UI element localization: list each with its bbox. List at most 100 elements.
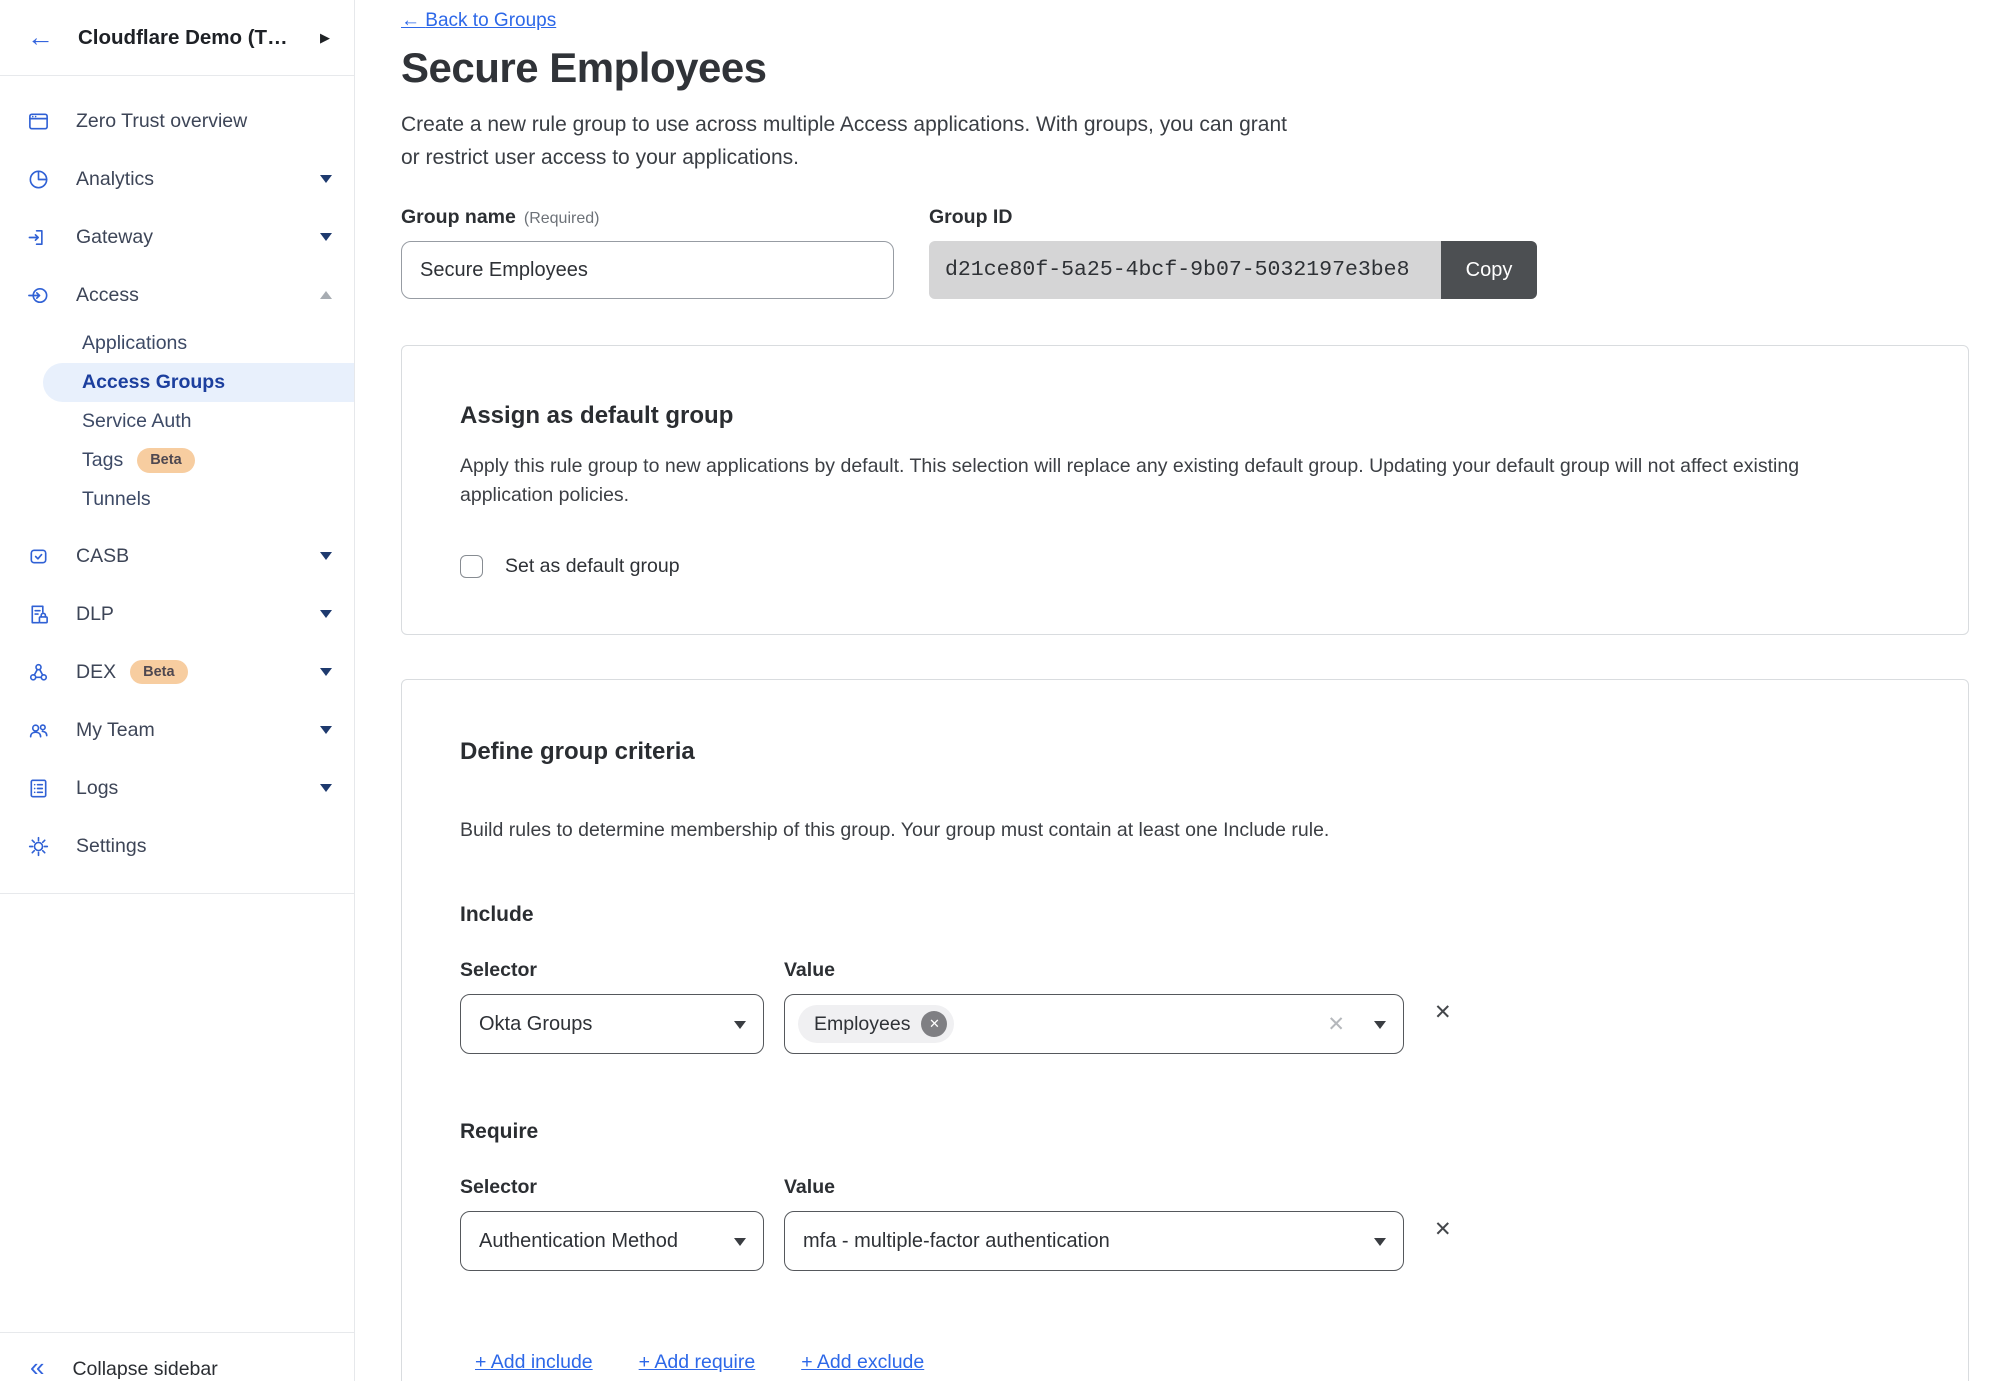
copy-button[interactable]: Copy: [1441, 241, 1537, 299]
chevron-down-icon[interactable]: [320, 784, 332, 792]
sidebar-item-tags[interactable]: Tags Beta: [0, 441, 354, 480]
chevron-down-icon[interactable]: [320, 726, 332, 734]
chevron-down-icon[interactable]: [320, 233, 332, 241]
sidebar-item-analytics[interactable]: Analytics: [0, 150, 354, 208]
add-include-link[interactable]: + Add include: [475, 1351, 593, 1374]
group-id-value: d21ce80f-5a25-4bcf-9b07-5032197e3be8: [929, 241, 1441, 299]
include-heading: Include: [460, 903, 1910, 927]
access-icon: [27, 284, 50, 307]
required-hint: (Required): [524, 210, 600, 227]
sidebar-item-zero-trust-overview[interactable]: Zero Trust overview: [0, 92, 354, 150]
sidebar-item-gateway[interactable]: Gateway: [0, 208, 354, 266]
sidebar-item-label: CASB: [76, 545, 129, 568]
page-description: Create a new rule group to use across mu…: [401, 108, 1969, 174]
rule-actions-row: + Add include + Add require + Add exclud…: [460, 1351, 1910, 1374]
sidebar-item-service-auth[interactable]: Service Auth: [0, 402, 354, 441]
sidebar-item-logs[interactable]: Logs: [0, 759, 354, 817]
remove-include-rule-icon[interactable]: ✕: [1434, 1002, 1452, 1023]
sidebar-header: ← Cloudflare Demo (T… ▶: [0, 0, 354, 75]
define-group-criteria-card: Define group criteria Build rules to det…: [401, 679, 1969, 1381]
chevron-right-icon[interactable]: ▶: [320, 30, 330, 46]
chip-label: Employees: [814, 1013, 910, 1036]
pie-chart-icon: [27, 168, 50, 191]
main-content: ← Back to Groups Secure Employees Create…: [355, 0, 1999, 1381]
chip-remove-icon[interactable]: ✕: [921, 1011, 947, 1037]
sidebar-item-label: Logs: [76, 777, 118, 800]
set-default-group-checkbox[interactable]: [460, 555, 483, 578]
sidebar-item-access-groups[interactable]: Access Groups: [43, 363, 354, 402]
group-id-label: Group ID: [929, 206, 1012, 228]
document-lock-icon: [27, 603, 50, 626]
sidebar-item-label: DLP: [76, 603, 114, 626]
require-value-dropdown[interactable]: mfa - multiple-factor authentication: [784, 1211, 1404, 1271]
require-labels-row: Selector Value: [460, 1176, 1910, 1199]
value-label: Value: [784, 1176, 835, 1199]
card-description: Apply this rule group to new application…: [460, 452, 1910, 510]
sidebar-item-label: DEX: [76, 661, 116, 684]
window-icon: [27, 110, 50, 133]
group-name-label: Group name: [401, 206, 516, 228]
sidebar-item-label: Analytics: [76, 168, 154, 191]
chevron-down-icon: [734, 1238, 746, 1246]
card-title: Assign as default group: [460, 402, 1910, 430]
require-heading: Require: [460, 1120, 1910, 1144]
sidebar-item-label: Settings: [76, 835, 146, 858]
sidebar-item-dex[interactable]: DEX Beta: [0, 643, 354, 701]
network-icon: [27, 661, 50, 684]
sidebar-item-tunnels[interactable]: Tunnels: [0, 480, 354, 519]
sidebar-item-label: My Team: [76, 719, 155, 742]
gateway-icon: [27, 226, 50, 249]
chevron-down-icon[interactable]: [320, 610, 332, 618]
casb-icon: [27, 545, 50, 568]
collapse-sidebar[interactable]: « Collapse sidebar: [0, 1332, 354, 1381]
sidebar-item-dlp[interactable]: DLP: [0, 585, 354, 643]
sidebar-item-casb[interactable]: CASB: [0, 527, 354, 585]
account-title[interactable]: Cloudflare Demo (T…: [78, 26, 320, 50]
beta-badge: Beta: [137, 448, 194, 472]
add-require-link[interactable]: + Add require: [639, 1351, 756, 1374]
sidebar-nav: Zero Trust overview Analytics Gateway: [0, 76, 354, 894]
set-default-group-row: Set as default group: [460, 555, 1910, 578]
value-label: Value: [784, 959, 835, 982]
back-to-groups-link[interactable]: ← Back to Groups: [401, 10, 556, 32]
group-name-field-group: Group name (Required): [401, 206, 894, 299]
group-meta-row: Group name (Required) Group ID d21ce80f-5…: [401, 206, 1969, 299]
chevron-down-icon: [734, 1021, 746, 1029]
require-rule-row: Authentication Method mfa - multiple-fac…: [460, 1211, 1910, 1271]
remove-require-rule-icon[interactable]: ✕: [1434, 1219, 1452, 1240]
group-name-input[interactable]: [401, 241, 894, 299]
card-title: Define group criteria: [460, 738, 1910, 766]
include-selector-dropdown[interactable]: Okta Groups: [460, 994, 764, 1054]
sidebar-item-access[interactable]: Access: [0, 266, 354, 324]
chevron-down-icon[interactable]: [320, 175, 332, 183]
back-arrow-icon[interactable]: ←: [27, 24, 54, 51]
clear-values-icon[interactable]: ✕: [1327, 1012, 1345, 1037]
card-description: Build rules to determine membership of t…: [460, 816, 1910, 845]
require-selector-dropdown[interactable]: Authentication Method: [460, 1211, 764, 1271]
zero-trust-dashboard: ← Cloudflare Demo (T… ▶ Zero Trust overv…: [0, 0, 1999, 1381]
sidebar-item-applications[interactable]: Applications: [0, 324, 354, 363]
collapse-sidebar-label: Collapse sidebar: [72, 1359, 217, 1380]
chevron-down-icon[interactable]: [320, 668, 332, 676]
group-id-field-group: Group ID d21ce80f-5a25-4bcf-9b07-5032197…: [929, 206, 1537, 299]
value-chip: Employees ✕: [798, 1005, 954, 1043]
add-exclude-link[interactable]: + Add exclude: [801, 1351, 924, 1374]
page-title: Secure Employees: [401, 44, 1969, 92]
set-default-group-label: Set as default group: [505, 555, 680, 578]
sidebar: ← Cloudflare Demo (T… ▶ Zero Trust overv…: [0, 0, 355, 1381]
collapse-chevrons-icon: «: [30, 1354, 44, 1380]
team-icon: [27, 719, 50, 742]
include-rule-row: Okta Groups Employees ✕ ✕ ✕: [460, 994, 1910, 1054]
back-arrow-icon: ←: [401, 10, 420, 31]
include-labels-row: Selector Value: [460, 959, 1910, 982]
chevron-down-icon: [1374, 1238, 1386, 1246]
sidebar-section-divider: [0, 893, 354, 894]
chevron-down-icon[interactable]: [320, 552, 332, 560]
sidebar-item-label: Zero Trust overview: [76, 110, 247, 133]
chevron-up-icon[interactable]: [320, 291, 332, 299]
include-value-multiselect[interactable]: Employees ✕ ✕: [784, 994, 1404, 1054]
beta-badge: Beta: [130, 660, 187, 684]
sidebar-item-my-team[interactable]: My Team: [0, 701, 354, 759]
sidebar-item-settings[interactable]: Settings: [0, 817, 354, 875]
chevron-down-icon: [1374, 1021, 1386, 1029]
